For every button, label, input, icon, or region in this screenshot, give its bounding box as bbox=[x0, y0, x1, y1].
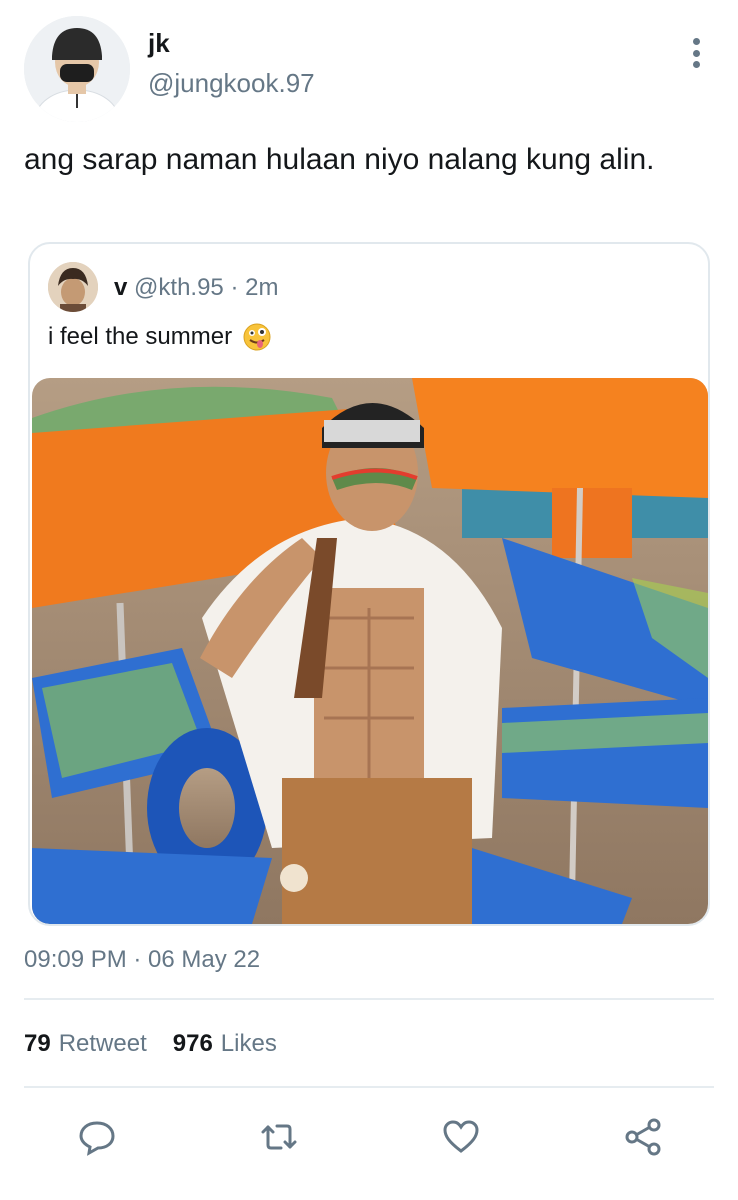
divider bbox=[24, 998, 714, 1000]
quoted-time: 2m bbox=[245, 274, 279, 301]
quoted-text-row: i feel the summer bbox=[48, 322, 272, 352]
tweet-header: jk @jungkook.97 bbox=[24, 16, 714, 124]
likes-label: Likes bbox=[220, 1030, 277, 1057]
tweet-text: ang sarap naman hulaan niyo nalang kung … bbox=[24, 143, 655, 176]
user-handle[interactable]: @jungkook.97 bbox=[148, 68, 315, 98]
tweet-timestamp: 09:09 PM · 06 May 22 bbox=[24, 946, 261, 973]
retweets-stat[interactable]: 79 Retweet bbox=[24, 1030, 147, 1058]
likes-count: 976 bbox=[172, 1030, 213, 1057]
quoted-display-name[interactable]: v bbox=[114, 274, 127, 301]
zany-face-icon bbox=[242, 322, 272, 352]
action-bar bbox=[0, 1112, 738, 1162]
retweet-icon[interactable] bbox=[254, 1112, 304, 1162]
retweets-label: Retweet bbox=[58, 1030, 147, 1057]
likes-stat[interactable]: 976 Likes bbox=[173, 1030, 277, 1058]
share-icon[interactable] bbox=[618, 1112, 668, 1162]
quoted-handle[interactable]: @kth.95 bbox=[134, 274, 224, 301]
quoted-avatar[interactable] bbox=[48, 262, 98, 312]
retweets-count: 79 bbox=[24, 1030, 51, 1057]
quoted-meta: v @kth.95 · 2m bbox=[114, 274, 278, 302]
meta-separator: · bbox=[230, 274, 239, 301]
divider bbox=[24, 1086, 714, 1088]
display-name[interactable]: jk bbox=[148, 28, 315, 58]
quoted-photo[interactable] bbox=[32, 378, 708, 924]
reply-icon[interactable] bbox=[72, 1112, 122, 1162]
quoted-text: i feel the summer bbox=[48, 323, 233, 350]
more-options-icon[interactable] bbox=[686, 38, 706, 68]
engagement-stats: 79 Retweet 976 Likes bbox=[24, 1030, 277, 1058]
avatar[interactable] bbox=[24, 16, 130, 122]
like-icon[interactable] bbox=[436, 1112, 486, 1162]
quoted-tweet[interactable]: v @kth.95 · 2m i feel the summer bbox=[28, 242, 710, 926]
